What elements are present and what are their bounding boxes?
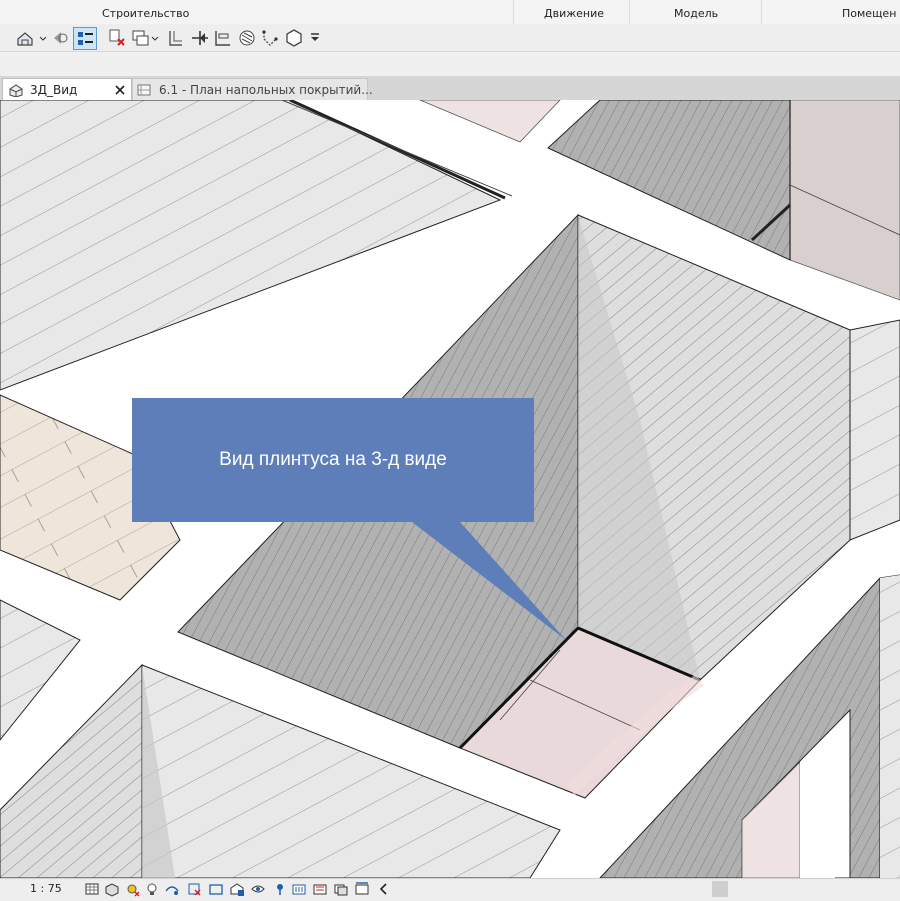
shadows-icon[interactable] [144, 881, 160, 897]
scale-label[interactable]: 1 : 75 [30, 882, 62, 895]
3d-view-icon [9, 84, 23, 97]
thin-lines-icon[interactable] [73, 27, 97, 50]
sun-path-icon[interactable] [124, 881, 140, 897]
reveal-constraints-icon[interactable] [354, 881, 370, 897]
callout-shape [132, 398, 566, 640]
horizontal-scrollbar-thumb[interactable] [712, 881, 728, 897]
ribbon-group-model[interactable]: Модель [674, 7, 718, 20]
visual-style-icon[interactable] [104, 881, 120, 897]
tab-label: 6.1 - План напольных покрытий... [159, 83, 373, 97]
analytical-model-icon[interactable] [312, 881, 328, 897]
show-crop-icon[interactable] [208, 881, 224, 897]
pattern-icon[interactable] [236, 27, 258, 49]
switch-windows-icon[interactable] [130, 27, 160, 49]
view-tab-bar: 3Д_Вид 6.1 - План напольных покрытий... [0, 76, 900, 101]
detail-level-icon[interactable] [84, 881, 100, 897]
lock-view-icon[interactable] [229, 881, 245, 897]
ribbon-separator [513, 0, 514, 24]
navigate-icon[interactable] [50, 27, 72, 49]
reveal-hidden-icon[interactable] [272, 881, 288, 897]
tab-floor-plan[interactable]: 6.1 - План напольных покрытий... [132, 78, 373, 101]
ribbon-separator [761, 0, 762, 24]
join-icon[interactable] [259, 27, 281, 49]
temporary-hide-icon[interactable] [250, 881, 266, 897]
close-hidden-icon[interactable] [106, 27, 128, 49]
chevron-left-icon[interactable] [376, 881, 392, 897]
ribbon-group-movement[interactable]: Движение [544, 7, 604, 20]
3d-viewport[interactable] [0, 100, 900, 878]
highlight-displacement-icon[interactable] [333, 881, 349, 897]
align-icon[interactable] [189, 27, 211, 49]
ribbon-group-rooms[interactable]: Помещен [842, 7, 896, 20]
ribbon-group-construction[interactable]: Строительство [102, 7, 189, 20]
more-icon[interactable] [306, 27, 328, 49]
ribbon-group-labels: Строительство Движение Модель Помещен [0, 0, 900, 24]
options-bar [0, 52, 900, 76]
shape-icon[interactable] [283, 27, 305, 49]
tab-3d-view[interactable]: 3Д_Вид [2, 78, 132, 101]
floor-plan-icon [137, 84, 151, 96]
render-icon[interactable] [164, 881, 180, 897]
section-icon[interactable] [165, 27, 187, 49]
temp-properties-icon[interactable] [291, 881, 307, 897]
view-control-bar: 1 : 75 [0, 878, 900, 901]
ribbon-separator [629, 0, 630, 24]
view-control-toolbar [0, 24, 900, 52]
close-icon[interactable] [115, 85, 125, 95]
tab-label: 3Д_Вид [30, 83, 78, 97]
measure-icon[interactable] [212, 27, 234, 49]
crop-view-icon[interactable] [186, 881, 202, 897]
home-view-icon[interactable] [14, 27, 46, 49]
